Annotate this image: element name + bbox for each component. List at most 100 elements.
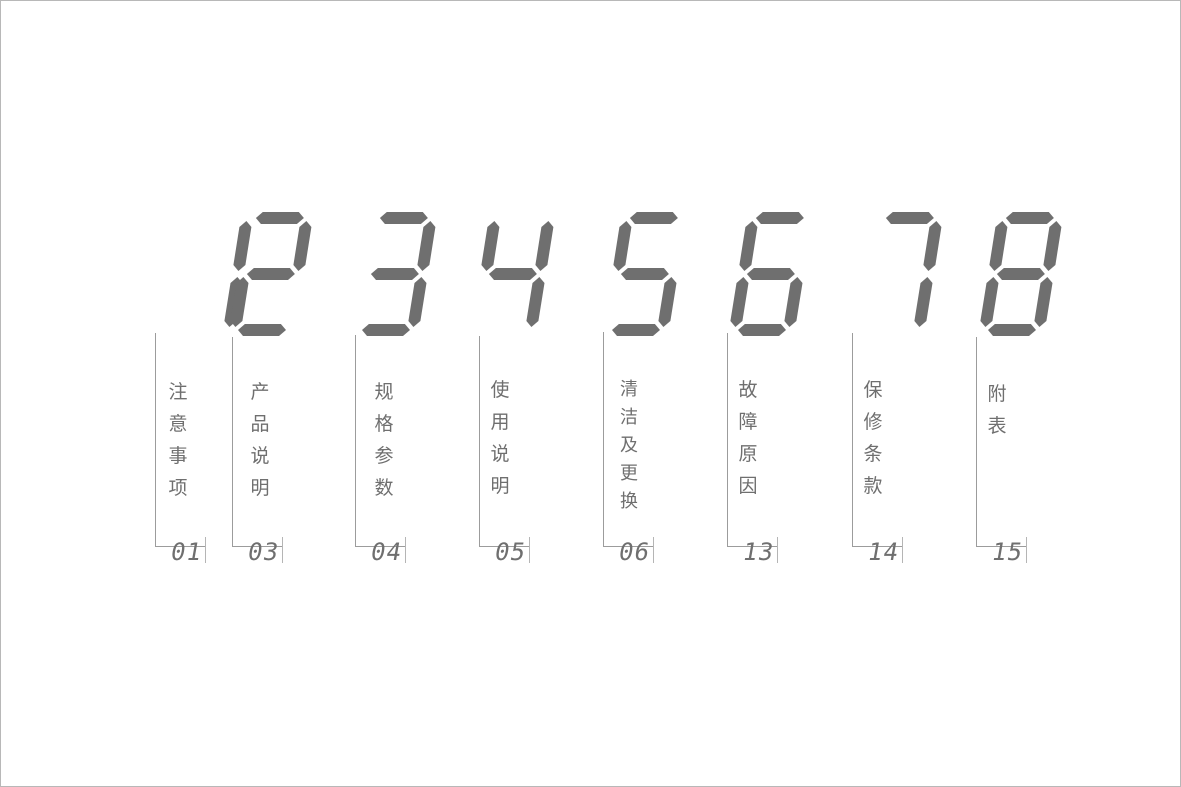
section-7-page-number: 14 xyxy=(865,538,902,566)
numeral-6-segment-g xyxy=(746,268,795,280)
numeral-7-segment-c xyxy=(914,277,933,327)
numeral-7-segment-a xyxy=(885,212,934,224)
section-7-tick xyxy=(902,537,903,563)
section-6-title-char: 故 xyxy=(738,379,758,401)
section-2-rule xyxy=(232,337,233,547)
section-3-page-number: 04 xyxy=(368,538,405,566)
section-7-rule xyxy=(852,333,853,547)
section-6-title-char: 障 xyxy=(738,411,758,433)
section-8-title-char: 表 xyxy=(987,415,1007,437)
section-3-title-char: 数 xyxy=(374,477,394,499)
numeral-6-segment-a xyxy=(755,212,804,224)
section-2-title-char: 产 xyxy=(250,381,270,403)
numeral-6-segment-c xyxy=(784,277,803,327)
numeral-8-segment-c xyxy=(1034,277,1053,327)
section-8-rule xyxy=(976,337,977,547)
section-4-page-number: 05 xyxy=(492,538,529,566)
numeral-4-segment-f xyxy=(481,221,500,271)
section-2-page-number: 03 xyxy=(245,538,282,566)
section-2-title-char: 说 xyxy=(250,445,270,467)
section-6-title[interactable]: 故 障 原 因 xyxy=(735,374,761,502)
numeral-8-segment-b xyxy=(1043,221,1062,271)
numeral-1-segment-b xyxy=(233,221,252,271)
section-4-title-char: 使 xyxy=(490,379,510,401)
section-5-rule xyxy=(603,332,604,547)
numeral-3-segment-a xyxy=(379,212,428,224)
numeral-3-segment-b xyxy=(417,221,436,271)
section-1-title-char: 意 xyxy=(168,413,188,435)
section-5-title-char: 清 xyxy=(620,379,638,400)
numeral-5-segment-g xyxy=(620,268,669,280)
numeral-8-segment-e xyxy=(980,277,999,327)
section-4-title-char: 明 xyxy=(490,475,510,497)
numeral-3-segment-c xyxy=(408,277,427,327)
section-1-title-char: 注 xyxy=(168,381,188,403)
numeral-3-segment-d xyxy=(362,324,410,336)
numeral-8-segment-a xyxy=(1005,212,1054,224)
numeral-7-segment-b xyxy=(923,221,942,271)
section-5-title-char: 换 xyxy=(620,491,638,512)
section-7-title-char: 款 xyxy=(863,475,883,497)
numeral-2-segment-g xyxy=(246,268,295,280)
section-7-title[interactable]: 保 修 条 款 xyxy=(860,374,886,502)
section-6-title-char: 因 xyxy=(738,475,758,497)
section-3-rule xyxy=(355,335,356,547)
numeral-5-segment-f xyxy=(613,221,632,271)
numeral-6-segment-d xyxy=(738,324,786,336)
numeral-4-segment-b xyxy=(535,221,554,271)
numeral-2-segment-b xyxy=(293,221,312,271)
numeral-4 xyxy=(481,221,554,327)
numeral-5-segment-a xyxy=(629,212,678,224)
section-6-rule xyxy=(727,333,728,547)
section-3-tick xyxy=(405,537,406,563)
section-3-title[interactable]: 规 格 参 数 xyxy=(371,376,397,504)
section-7-title-char: 修 xyxy=(863,411,883,433)
section-4-title-char: 用 xyxy=(490,411,510,433)
section-8-tick xyxy=(1026,537,1027,563)
section-8-title[interactable]: 附 表 xyxy=(984,378,1010,442)
section-1-title-char: 项 xyxy=(168,477,188,499)
section-4-title-char: 说 xyxy=(490,443,510,465)
numeral-5-segment-d xyxy=(612,324,660,336)
section-5-title-char: 更 xyxy=(620,463,638,484)
numeral-8-segment-d xyxy=(988,324,1036,336)
section-2-title-char: 品 xyxy=(250,413,270,435)
section-1-rule xyxy=(155,333,156,547)
numeral-6 xyxy=(730,212,804,336)
numeral-2-segment-d xyxy=(238,324,286,336)
section-1-page-number: 01 xyxy=(168,538,205,566)
numeral-8 xyxy=(980,212,1062,336)
section-5-page-number: 06 xyxy=(616,538,653,566)
numeral-8-segment-g xyxy=(996,268,1045,280)
section-2-title-char: 明 xyxy=(250,477,270,499)
section-5-title-char: 洁 xyxy=(620,407,638,428)
numeral-7 xyxy=(885,212,942,327)
numeral-8-segment-f xyxy=(989,221,1008,271)
section-2-tick xyxy=(282,537,283,563)
section-6-page-number: 13 xyxy=(740,538,777,566)
numeral-6-segment-f xyxy=(739,221,758,271)
section-4-tick xyxy=(529,537,530,563)
numeral-4-segment-g xyxy=(488,268,537,280)
section-3-title-char: 格 xyxy=(374,413,394,435)
numeral-5 xyxy=(612,212,678,336)
section-8-page-number: 15 xyxy=(989,538,1026,566)
section-7-title-char: 保 xyxy=(863,379,883,401)
numeral-3-segment-g xyxy=(370,268,419,280)
section-4-title[interactable]: 使 用 说 明 xyxy=(487,374,513,502)
section-3-title-char: 规 xyxy=(374,381,394,403)
numeral-6-segment-e xyxy=(730,277,749,327)
numeral-5-segment-c xyxy=(658,277,677,327)
section-3-title-char: 参 xyxy=(374,445,394,467)
numeral-4-segment-c xyxy=(526,277,545,327)
section-6-title-char: 原 xyxy=(738,443,758,465)
section-4-rule xyxy=(479,336,480,547)
section-2-title[interactable]: 产 品 说 明 xyxy=(247,376,273,504)
section-1-title-char: 事 xyxy=(168,445,188,467)
section-1-title[interactable]: 注 意 事 项 xyxy=(165,376,191,504)
numeral-3 xyxy=(362,212,436,336)
numeral-2-segment-a xyxy=(255,212,304,224)
section-5-tick xyxy=(653,537,654,563)
section-1-tick xyxy=(205,537,206,563)
section-5-title[interactable]: 清 洁 及 更 换 xyxy=(616,376,642,516)
